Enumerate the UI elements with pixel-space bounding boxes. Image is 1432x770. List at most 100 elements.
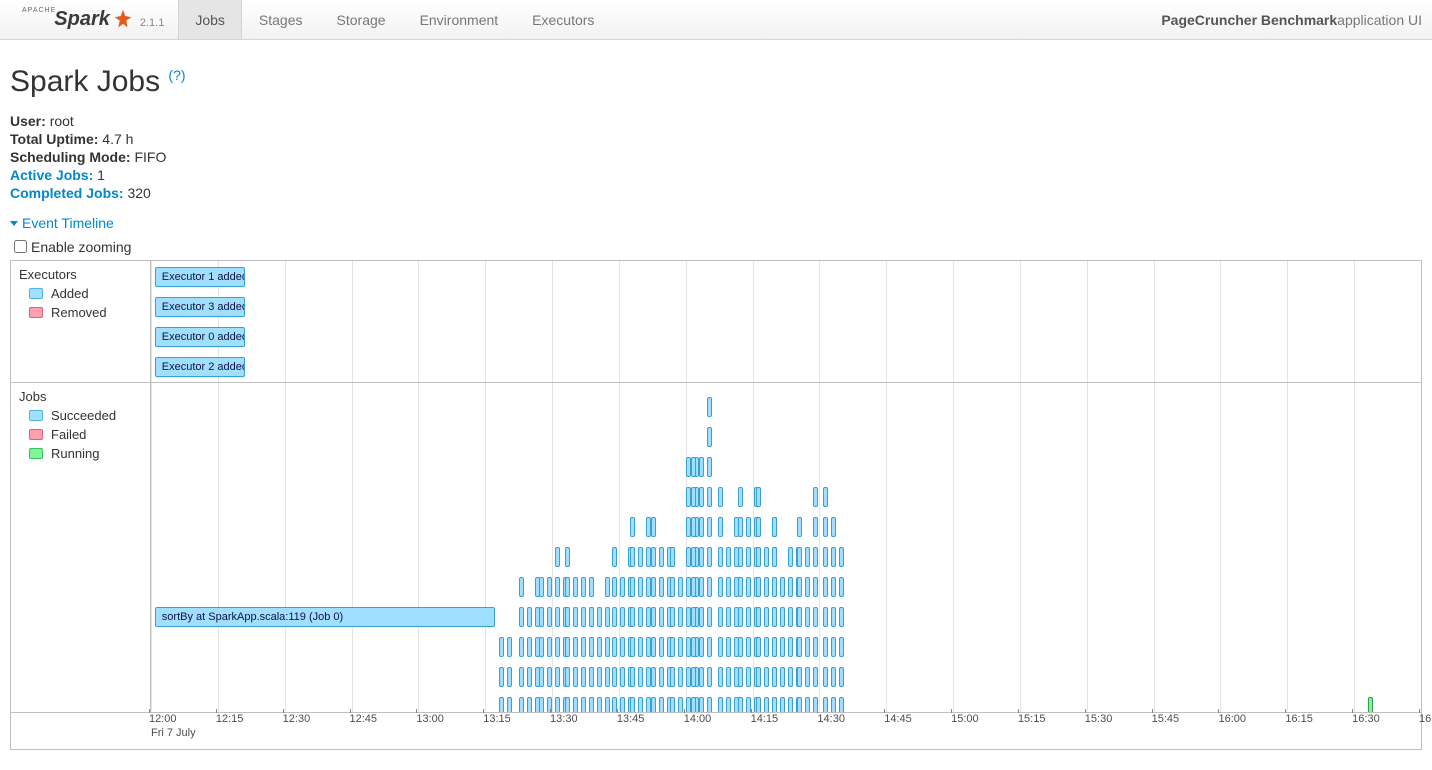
job-bar[interactable] (670, 577, 675, 597)
job-bar[interactable] (707, 667, 712, 687)
job-bar[interactable] (507, 697, 512, 712)
job-bar[interactable] (788, 607, 793, 627)
job-bar[interactable] (630, 577, 635, 597)
job-bar[interactable] (831, 547, 836, 567)
job-bar[interactable] (565, 667, 570, 687)
job-bar[interactable] (746, 547, 751, 567)
job-bar[interactable] (780, 667, 785, 687)
job-bar[interactable] (707, 547, 712, 567)
job-bar[interactable] (772, 697, 777, 712)
job-bar[interactable] (780, 637, 785, 657)
job-bar[interactable] (620, 607, 625, 627)
job-bar[interactable] (707, 517, 712, 537)
tab-storage[interactable]: Storage (320, 0, 403, 39)
job-bar[interactable] (573, 607, 578, 627)
job-bar[interactable] (831, 577, 836, 597)
job-bar[interactable] (691, 517, 696, 537)
job-bar[interactable] (527, 697, 532, 712)
job-bar[interactable] (823, 577, 828, 597)
job-bar[interactable] (764, 607, 769, 627)
job-bar[interactable] (718, 487, 723, 507)
job-bar[interactable] (788, 547, 793, 567)
job-bar[interactable] (699, 577, 704, 597)
job-bar[interactable] (718, 607, 723, 627)
job-bar[interactable] (746, 577, 751, 597)
job-bar[interactable] (772, 667, 777, 687)
job-bar[interactable] (638, 577, 643, 597)
job-bar[interactable] (527, 667, 532, 687)
job-bar[interactable] (797, 607, 802, 627)
job-bar[interactable] (756, 667, 761, 687)
job-bar[interactable] (659, 667, 664, 687)
job-bar[interactable] (581, 637, 586, 657)
job-bar[interactable] (678, 607, 683, 627)
job-bar[interactable] (813, 637, 818, 657)
job-bar[interactable] (539, 637, 544, 657)
job-bar[interactable] (764, 697, 769, 712)
job-bar[interactable] (756, 487, 761, 507)
job-bar[interactable] (678, 637, 683, 657)
job-bar[interactable] (499, 637, 504, 657)
job-bar[interactable] (756, 547, 761, 567)
job-bar[interactable] (726, 577, 731, 597)
job-bar[interactable] (764, 667, 769, 687)
brand[interactable]: APACHE Spark 2.1.1 (20, 0, 178, 39)
job-bar[interactable] (699, 487, 704, 507)
job-bar[interactable] (707, 607, 712, 627)
job-bar[interactable] (651, 547, 656, 567)
job-bar[interactable] (547, 607, 552, 627)
job-bar[interactable] (738, 637, 743, 657)
job-bar[interactable] (659, 607, 664, 627)
job-bar[interactable] (691, 637, 696, 657)
job-bar[interactable] (597, 637, 602, 657)
job-bar[interactable] (581, 577, 586, 597)
job-bar[interactable] (630, 697, 635, 712)
job-bar[interactable] (699, 607, 704, 627)
job-bar[interactable] (738, 697, 743, 712)
job-bar[interactable] (788, 697, 793, 712)
job-bar[interactable] (659, 547, 664, 567)
job-bar[interactable] (612, 577, 617, 597)
job-bar[interactable] (699, 637, 704, 657)
job-bar[interactable] (527, 637, 532, 657)
job-bar[interactable] (746, 607, 751, 627)
job-bar[interactable] (519, 577, 524, 597)
job-bar[interactable] (620, 667, 625, 687)
job-bar[interactable] (555, 547, 560, 567)
job-bar[interactable] (707, 577, 712, 597)
job-bar[interactable] (573, 637, 578, 657)
job-bar[interactable] (691, 457, 696, 477)
job-bar[interactable] (597, 667, 602, 687)
job-bar[interactable] (813, 487, 818, 507)
job-bar[interactable] (573, 577, 578, 597)
job-bar[interactable] (839, 577, 844, 597)
job-bar[interactable] (831, 697, 836, 712)
job-bar[interactable] (699, 547, 704, 567)
job-bar[interactable] (651, 607, 656, 627)
job-bar[interactable] (831, 607, 836, 627)
job-bar[interactable] (805, 547, 810, 567)
job-bar[interactable] (788, 577, 793, 597)
job-bar[interactable] (805, 637, 810, 657)
job-bar[interactable] (581, 667, 586, 687)
job-bar[interactable] (772, 517, 777, 537)
job-bar[interactable] (555, 607, 560, 627)
job-bar[interactable] (718, 667, 723, 687)
job-bar[interactable] (499, 667, 504, 687)
job-bar[interactable] (651, 637, 656, 657)
job-bar[interactable] (638, 637, 643, 657)
job-bar[interactable] (797, 637, 802, 657)
job-bar[interactable] (823, 487, 828, 507)
job-bar[interactable] (813, 517, 818, 537)
job-bar[interactable] (764, 577, 769, 597)
job-bar[interactable] (670, 667, 675, 687)
job-bar[interactable] (691, 487, 696, 507)
job-bar[interactable] (565, 697, 570, 712)
job-bar[interactable] (699, 517, 704, 537)
executor-event[interactable]: Executor 0 added (155, 327, 245, 347)
job-bar[interactable] (638, 697, 643, 712)
job-bar[interactable] (589, 607, 594, 627)
job-bar[interactable] (573, 667, 578, 687)
executor-event[interactable]: Executor 1 added (155, 267, 245, 287)
job-bar[interactable] (756, 697, 761, 712)
